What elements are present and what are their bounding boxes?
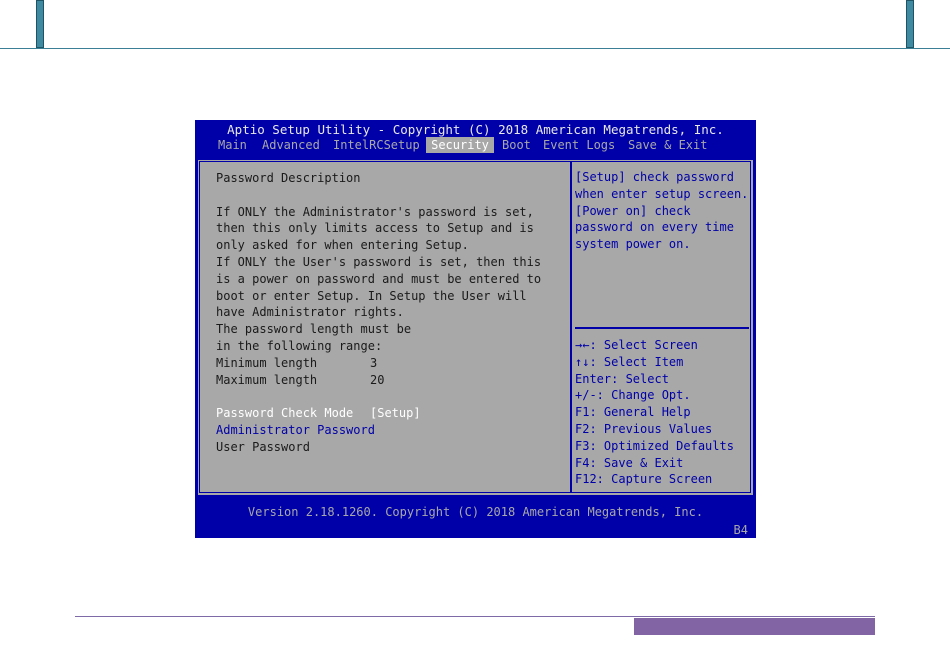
help-line: [Power on] check [575, 203, 691, 218]
help-line: [Setup] check password [575, 170, 734, 184]
bios-title: Aptio Setup Utility - Copyright (C) 2018… [227, 122, 724, 137]
description-line: boot or enter Setup. In Setup the User w… [216, 288, 527, 303]
menu-security[interactable]: Security [426, 137, 494, 153]
description-line: in the following range: [216, 339, 383, 353]
password-check-mode-option[interactable]: Password Check Mode [216, 405, 353, 422]
footer-accent-bar [634, 618, 875, 635]
menu-save-exit[interactable]: Save & Exit [628, 137, 707, 153]
key-hint-f3: F3: Optimized Defaults [575, 438, 734, 453]
footer-rule [75, 616, 875, 617]
key-hint-select-screen: →←: Select Screen [575, 338, 698, 352]
menu-intelrcsetup[interactable]: IntelRCSetup [333, 137, 420, 153]
min-length-value: 3 [370, 355, 378, 370]
key-hint-f4: F4: Save & Exit [575, 455, 684, 470]
description-line: The password length must be [216, 322, 412, 337]
description-line: only asked for when entering Setup. [216, 238, 469, 253]
menu-main[interactable]: Main [218, 137, 247, 153]
key-hint-f12: F12: Capture Screen [575, 472, 713, 487]
description-heading: Password Description [216, 171, 361, 185]
header-tab-right [906, 0, 914, 48]
help-line: when enter setup screen. [575, 186, 749, 201]
max-length-value: 20 [370, 372, 385, 387]
help-divider [575, 327, 749, 329]
menu-advanced[interactable]: Advanced [262, 137, 320, 153]
key-hint-select-item: ↑↓: Select Item [575, 354, 684, 369]
menu-bar: Main Advanced IntelRCSetup Security Boot… [195, 137, 756, 153]
bios-version-footer: Version 2.18.1260. Copyright (C) 2018 Am… [247, 505, 704, 519]
header-tab-left [36, 0, 44, 48]
description-line: is a power on password and must be enter… [216, 271, 542, 286]
password-check-mode-value[interactable]: [Setup] [370, 405, 421, 422]
description-line: If ONLY the Administrator's password is … [216, 204, 534, 219]
description-line: If ONLY the User's password is set, then… [216, 255, 542, 269]
help-line: system power on. [575, 237, 691, 252]
max-length-label: Maximum length [216, 372, 318, 387]
description-line: have Administrator rights. [216, 305, 404, 320]
min-length-label: Minimum length [216, 355, 318, 370]
administrator-password-option[interactable]: Administrator Password [216, 422, 375, 439]
settings-column: Password Description If ONLY the Adminis… [199, 161, 571, 493]
bios-screen: Aptio Setup Utility - Copyright (C) 2018… [195, 120, 756, 538]
key-hint-enter: Enter: Select [575, 371, 669, 386]
key-hint-f2: F2: Previous Values [575, 422, 713, 436]
key-hint-change-opt: +/-: Change Opt. [575, 388, 691, 403]
post-code: B4 [733, 523, 748, 537]
key-hint-f1: F1: General Help [575, 405, 691, 420]
help-line: password on every time [575, 220, 734, 235]
menu-boot[interactable]: Boot [502, 137, 531, 153]
header-rule [0, 48, 950, 49]
help-column: [Setup] check password when enter setup … [571, 161, 751, 493]
description-line: then this only limits access to Setup an… [216, 221, 534, 236]
user-password-option[interactable]: User Password [216, 439, 310, 456]
menu-event-logs[interactable]: Event Logs [543, 137, 615, 153]
main-panel: Password Description If ONLY the Adminis… [197, 159, 754, 496]
